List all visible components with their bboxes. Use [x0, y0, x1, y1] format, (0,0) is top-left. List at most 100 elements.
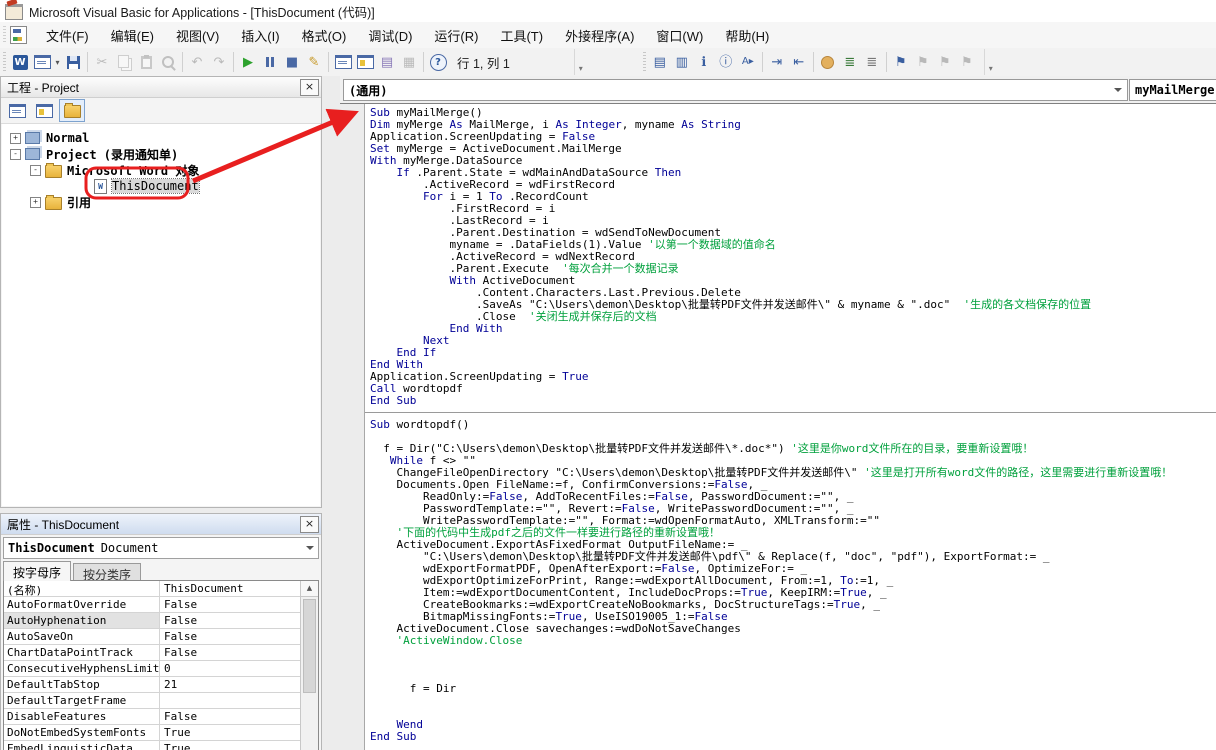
list-constants-icon[interactable]: ▥	[671, 51, 693, 73]
properties-window-icon[interactable]	[354, 51, 376, 73]
standard-toolbar-grip[interactable]	[3, 52, 6, 72]
view-word-icon[interactable]: W	[9, 51, 31, 73]
properties-scrollbar[interactable]: ▲	[300, 581, 318, 750]
project-panel-close-icon[interactable]: ×	[300, 79, 319, 96]
property-value[interactable]: True	[160, 725, 318, 740]
code-line: 'ActiveWindow.Close	[370, 635, 1216, 647]
tree-item-normal[interactable]: +Normal	[2, 130, 320, 146]
cut-icon[interactable]: ✂	[91, 51, 113, 73]
paste-icon[interactable]	[135, 51, 157, 73]
design-mode-icon[interactable]: ✎	[303, 51, 325, 73]
expand-icon[interactable]: +	[30, 197, 41, 208]
outdent-icon[interactable]: ⇤	[788, 51, 810, 73]
property-row-disablefeatures[interactable]: DisableFeaturesFalse	[4, 709, 318, 725]
object-browser-icon[interactable]: ▤	[376, 51, 398, 73]
property-row-chartdatapointtrack[interactable]: ChartDataPointTrackFalse	[4, 645, 318, 661]
menu-debug[interactable]: 调试(D)	[357, 22, 423, 49]
property-value[interactable]: 0	[160, 661, 318, 676]
menu-run[interactable]: 运行(R)	[423, 22, 489, 49]
collapse-icon[interactable]: -	[10, 149, 21, 160]
property-value[interactable]: True	[160, 741, 318, 750]
menu-insert[interactable]: 插入(I)	[230, 22, 290, 49]
menu-view[interactable]: 视图(V)	[165, 22, 230, 49]
menu-format[interactable]: 格式(O)	[291, 22, 358, 49]
indent-icon[interactable]: ⇥	[766, 51, 788, 73]
tab-alphabetic[interactable]: 按字母序	[3, 561, 71, 581]
project-panel-header: 工程 - Project ×	[1, 77, 321, 98]
tab-categorized[interactable]: 按分类序	[73, 563, 141, 581]
properties-tabs: 按字母序 按分类序	[3, 561, 143, 580]
property-value[interactable]: False	[160, 709, 318, 724]
tree-item-microsoft-word-[interactable]: -Microsoft Word 对象	[2, 162, 320, 178]
property-value[interactable]	[160, 693, 318, 708]
property-value[interactable]: False	[160, 645, 318, 660]
view-object-button[interactable]	[32, 100, 56, 121]
property-row-defaulttabstop[interactable]: DefaultTabStop21	[4, 677, 318, 693]
property-row-donotembedsystemfonts[interactable]: DoNotEmbedSystemFontsTrue	[4, 725, 318, 741]
break-icon[interactable]	[259, 51, 281, 73]
chevron-down-icon[interactable]: ▾	[53, 51, 62, 73]
insert-object-icon[interactable]	[31, 51, 53, 73]
project-explorer-icon[interactable]	[332, 51, 354, 73]
find-icon[interactable]	[157, 51, 179, 73]
property-value[interactable]: False	[160, 629, 318, 644]
property-row-autosaveon[interactable]: AutoSaveOnFalse	[4, 629, 318, 645]
standard-toolbar-options-chevron[interactable]: ▾	[574, 49, 587, 75]
uncomment-block-icon[interactable]: ≣	[861, 51, 883, 73]
next-bookmark-icon[interactable]: ⚑	[912, 51, 934, 73]
reset-icon[interactable]: ■	[281, 51, 303, 73]
properties-object-type: Document	[101, 541, 159, 555]
procedure-dropdown[interactable]: myMailMerge	[1129, 79, 1216, 101]
property-row-consecutivehyphenslimit[interactable]: ConsecutiveHyphensLimit0	[4, 661, 318, 677]
save-icon[interactable]	[62, 51, 84, 73]
previous-bookmark-icon[interactable]: ⚑	[934, 51, 956, 73]
help-icon[interactable]: ?	[427, 51, 449, 73]
toolbox-icon[interactable]: ▦	[398, 51, 420, 73]
scrollbar-thumb[interactable]	[303, 599, 316, 693]
code-editor[interactable]: Sub myMailMerge()Dim myMerge As MailMerg…	[365, 104, 1216, 750]
property-row-embedlinguisticdata[interactable]: EmbedLinguisticDataTrue	[4, 741, 318, 750]
menu-edit[interactable]: 编辑(E)	[100, 22, 165, 49]
complete-word-icon[interactable]: A▸	[737, 51, 759, 73]
collapse-icon[interactable]: -	[30, 165, 41, 176]
property-value[interactable]: False	[160, 597, 318, 612]
menu-file[interactable]: 文件(F)	[35, 22, 100, 49]
document-window-icon[interactable]	[10, 26, 27, 44]
object-dropdown[interactable]: (通用)	[343, 79, 1128, 101]
run-macro-icon[interactable]: ▶	[237, 51, 259, 73]
view-code-button[interactable]	[5, 100, 29, 121]
menu-tools[interactable]: 工具(T)	[489, 22, 554, 49]
quick-info-icon[interactable]: ℹ	[693, 51, 715, 73]
property-row--[interactable]: (名称)ThisDocument	[4, 581, 318, 597]
menu-add-ins[interactable]: 外接程序(A)	[554, 22, 645, 49]
menu-help[interactable]: 帮助(H)	[714, 22, 780, 49]
parameter-info-icon[interactable]: ⓘ	[715, 51, 737, 73]
comment-block-icon[interactable]: ≣	[839, 51, 861, 73]
property-value[interactable]: ThisDocument	[160, 581, 318, 596]
tree-item--[interactable]: +引用	[2, 194, 320, 210]
edit-toolbar-grip[interactable]	[643, 52, 646, 72]
tree-item-thisdocument[interactable]: WThisDocument	[2, 178, 320, 194]
expand-icon[interactable]: +	[10, 133, 21, 144]
undo-icon[interactable]: ↶	[186, 51, 208, 73]
property-row-autoformatoverride[interactable]: AutoFormatOverrideFalse	[4, 597, 318, 613]
scroll-up-icon[interactable]: ▲	[301, 581, 318, 597]
code-margin-bar[interactable]	[340, 104, 365, 750]
toggle-breakpoint-icon[interactable]	[817, 51, 839, 73]
toggle-bookmark-icon[interactable]: ⚑	[890, 51, 912, 73]
menu-window[interactable]: 窗口(W)	[645, 22, 714, 49]
clear-bookmarks-icon[interactable]: ⚑	[956, 51, 978, 73]
list-properties-icon[interactable]: ▤	[649, 51, 671, 73]
tree-item-project-[interactable]: -Project (录用通知单)	[2, 146, 320, 162]
copy-icon[interactable]	[113, 51, 135, 73]
property-row-autohyphenation[interactable]: AutoHyphenationFalse▼	[4, 613, 318, 629]
menubar-grip[interactable]	[3, 26, 6, 44]
properties-object-dropdown[interactable]: ThisDocument Document	[3, 537, 319, 559]
toggle-folders-button[interactable]	[59, 99, 85, 122]
property-value[interactable]: 21	[160, 677, 318, 692]
property-row-defaulttargetframe[interactable]: DefaultTargetFrame	[4, 693, 318, 709]
properties-panel-close-icon[interactable]: ×	[300, 516, 319, 533]
property-value[interactable]: False▼	[160, 613, 318, 628]
edit-toolbar-options-chevron[interactable]: ▾	[984, 49, 997, 75]
redo-icon[interactable]: ↷	[208, 51, 230, 73]
